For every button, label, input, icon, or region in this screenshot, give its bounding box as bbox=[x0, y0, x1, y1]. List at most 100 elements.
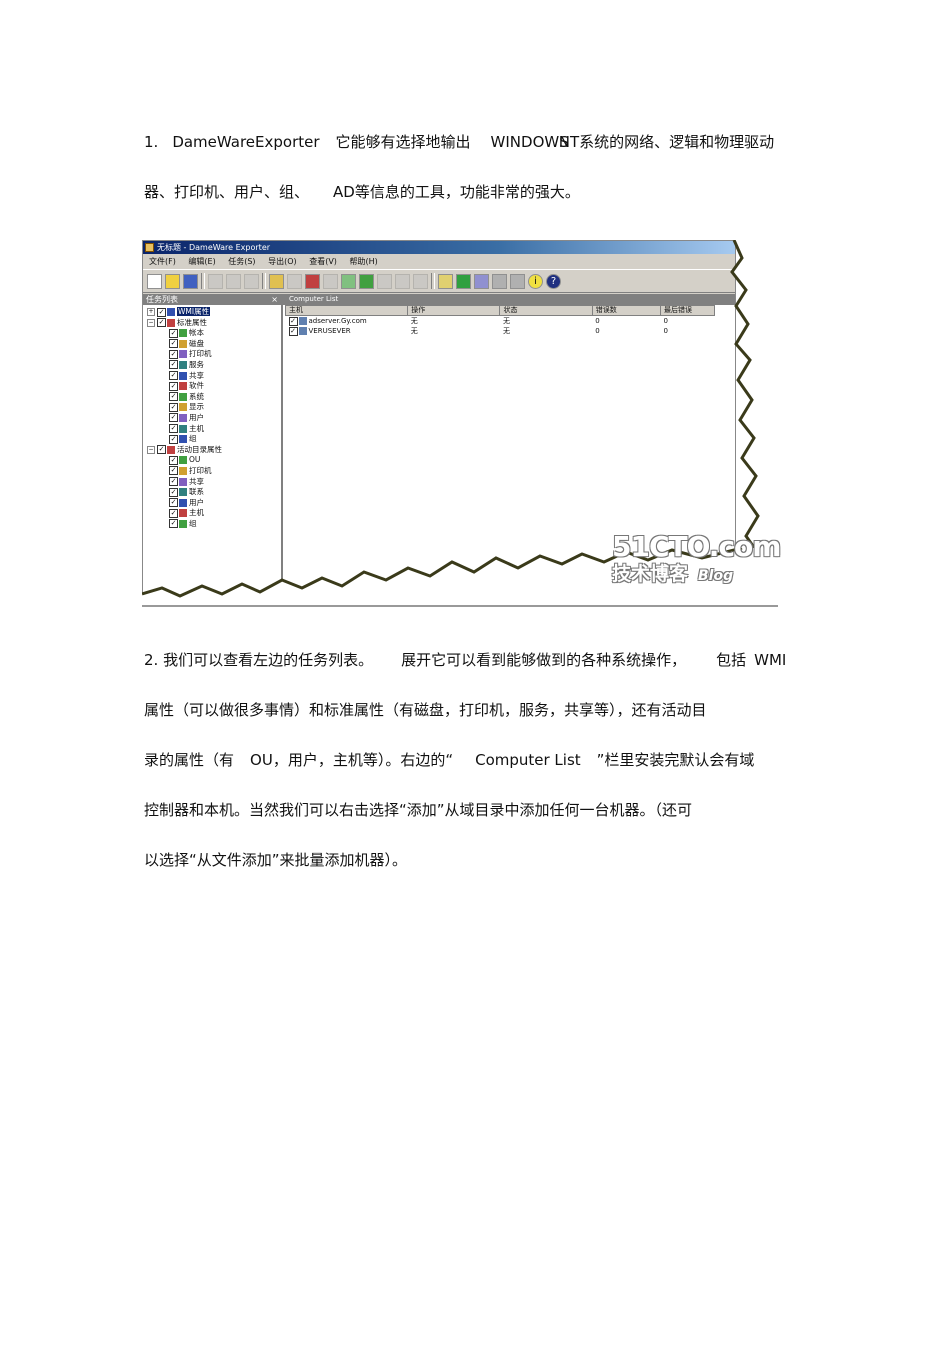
cell-value: 0 bbox=[595, 317, 600, 325]
tree-item[interactable]: ✓ 显示 bbox=[143, 402, 281, 413]
checkbox[interactable]: ✓ bbox=[169, 392, 178, 402]
tree-node-icon bbox=[179, 498, 187, 507]
menu-view[interactable]: 查看(V) bbox=[309, 257, 337, 266]
remove-computer-icon[interactable] bbox=[377, 273, 392, 289]
column-header[interactable]: 主机 bbox=[284, 305, 409, 316]
checkbox[interactable]: ✓ bbox=[169, 466, 178, 476]
computer-list-title: Computer List bbox=[283, 294, 735, 305]
checkbox[interactable]: ✓ bbox=[169, 413, 178, 423]
collapse-icon[interactable]: − bbox=[147, 445, 155, 454]
menu-edit[interactable]: 编辑(E) bbox=[188, 257, 215, 266]
tree-item[interactable]: ✓ 联系 bbox=[143, 487, 281, 498]
column-header[interactable]: 状态 bbox=[499, 305, 593, 316]
tree-item-label: 用户 bbox=[189, 497, 204, 507]
tree-item[interactable]: ✓ OU bbox=[143, 455, 281, 466]
menu-help[interactable]: 帮助(H) bbox=[349, 257, 377, 266]
folder-edit-icon[interactable] bbox=[269, 273, 284, 289]
export-icon[interactable] bbox=[438, 273, 453, 289]
checkbox[interactable]: ✓ bbox=[288, 326, 298, 336]
tree-item[interactable]: ✓ 帐本 bbox=[143, 328, 281, 339]
folder-remove-icon[interactable] bbox=[287, 273, 302, 289]
tree-item[interactable]: ✓ 组 bbox=[143, 434, 281, 445]
print-icon[interactable] bbox=[492, 273, 507, 289]
tree-item[interactable]: − ✓ 标准属性 bbox=[143, 318, 281, 329]
tree-item[interactable]: ✓ 系统 bbox=[143, 392, 281, 403]
checkbox[interactable]: ✓ bbox=[169, 434, 178, 444]
menu-file[interactable]: 文件(F) bbox=[149, 257, 176, 266]
checkbox[interactable]: ✓ bbox=[169, 339, 178, 349]
refresh-icon[interactable] bbox=[456, 273, 471, 289]
add-item-icon[interactable] bbox=[305, 273, 320, 289]
tree-node-icon bbox=[179, 509, 187, 518]
column-header[interactable]: 最后错误 bbox=[659, 305, 716, 316]
tree-node-icon bbox=[179, 424, 187, 433]
new-file-icon[interactable] bbox=[147, 273, 162, 289]
tree-node-icon bbox=[179, 477, 187, 486]
tree-item[interactable]: ✓ 打印机 bbox=[143, 466, 281, 477]
tree-item[interactable]: ✓ 服务 bbox=[143, 360, 281, 371]
grid-icon[interactable] bbox=[474, 273, 489, 289]
tree-item[interactable]: ✓ 打印机 bbox=[143, 349, 281, 360]
checkbox[interactable]: ✓ bbox=[169, 371, 178, 381]
save-icon[interactable] bbox=[183, 273, 198, 289]
checkbox[interactable]: ✓ bbox=[169, 402, 178, 412]
expand-icon[interactable]: + bbox=[147, 308, 155, 316]
checkbox[interactable]: ✓ bbox=[169, 487, 178, 497]
table-row[interactable]: ✓ VERUSEVER 无 无 0 0 bbox=[286, 326, 715, 336]
collapse-icon[interactable]: − bbox=[147, 318, 155, 327]
checkbox[interactable]: ✓ bbox=[169, 477, 178, 486]
tree-item[interactable]: ✓ 用户 bbox=[143, 413, 281, 424]
toolbar: i ? bbox=[143, 270, 735, 293]
help-icon[interactable]: ? bbox=[546, 273, 561, 289]
open-folder-icon[interactable] bbox=[165, 273, 180, 289]
tree-node-icon bbox=[179, 519, 187, 528]
checkbox[interactable]: ✓ bbox=[169, 349, 178, 359]
tree-node-icon bbox=[179, 488, 187, 497]
para2-line3: 录的属性（有 OU，用户，主机等）。右边的“ Computer List ”栏里安装完… bbox=[144, 749, 754, 771]
checkbox[interactable]: ✓ bbox=[169, 328, 178, 338]
checkbox[interactable]: ✓ bbox=[157, 445, 166, 455]
tree-item[interactable]: − ✓ 活动目录属性 bbox=[143, 445, 281, 456]
tree-item-label: 共享 bbox=[189, 370, 204, 380]
text-segment: Computer List bbox=[475, 751, 581, 769]
column-header[interactable]: 错误数 bbox=[591, 305, 661, 316]
tree-item[interactable]: ✓ 磁盘 bbox=[143, 339, 281, 350]
checkbox[interactable]: ✓ bbox=[169, 381, 178, 391]
add-computer-icon[interactable] bbox=[359, 273, 374, 289]
tree-item[interactable]: ✓ 主机 bbox=[143, 508, 281, 519]
tree-item[interactable]: + ✓ WMI属性 bbox=[143, 307, 281, 318]
paste-icon[interactable] bbox=[244, 273, 259, 289]
edit-icon[interactable] bbox=[341, 273, 356, 289]
checkbox[interactable]: ✓ bbox=[169, 508, 178, 518]
tree-item-label: 共享 bbox=[189, 476, 204, 486]
remove-item-icon[interactable] bbox=[323, 273, 338, 289]
tree-node-icon bbox=[179, 329, 187, 338]
settings-icon[interactable] bbox=[413, 273, 428, 289]
checkbox[interactable]: ✓ bbox=[169, 498, 178, 508]
column-header[interactable]: 操作 bbox=[407, 305, 501, 316]
tree-item[interactable]: ✓ 用户 bbox=[143, 498, 281, 509]
tree-item[interactable]: ✓ 主机 bbox=[143, 424, 281, 435]
checkbox[interactable]: ✓ bbox=[169, 455, 178, 465]
checkbox[interactable]: ✓ bbox=[169, 519, 178, 529]
checkbox[interactable]: ✓ bbox=[169, 424, 178, 434]
tree-item-label: 主机 bbox=[189, 423, 204, 433]
copy-icon[interactable] bbox=[226, 273, 241, 289]
cut-icon[interactable] bbox=[208, 273, 223, 289]
checkbox[interactable]: ✓ bbox=[157, 318, 166, 328]
tree-item[interactable]: ✓ 共享 bbox=[143, 371, 281, 382]
info-icon[interactable]: i bbox=[528, 273, 543, 289]
close-icon[interactable]: × bbox=[271, 294, 278, 305]
tree-item[interactable]: ✓ 软件 bbox=[143, 381, 281, 392]
menu-export[interactable]: 导出(O) bbox=[268, 257, 297, 266]
checkbox[interactable]: ✓ bbox=[169, 360, 178, 370]
table-row[interactable]: ✓ adserver.Gy.com 无 无 0 0 bbox=[286, 316, 715, 327]
checkbox[interactable]: ✓ bbox=[288, 316, 298, 326]
print-preview-icon[interactable] bbox=[510, 273, 525, 289]
tree-item[interactable]: ✓ 组 bbox=[143, 519, 281, 530]
properties-icon[interactable] bbox=[395, 273, 410, 289]
checkbox[interactable]: ✓ bbox=[157, 307, 166, 317]
menu-task[interactable]: 任务(S) bbox=[228, 257, 255, 266]
tree-item[interactable]: ✓ 共享 bbox=[143, 477, 281, 488]
watermark-blog: Blog bbox=[698, 568, 734, 584]
